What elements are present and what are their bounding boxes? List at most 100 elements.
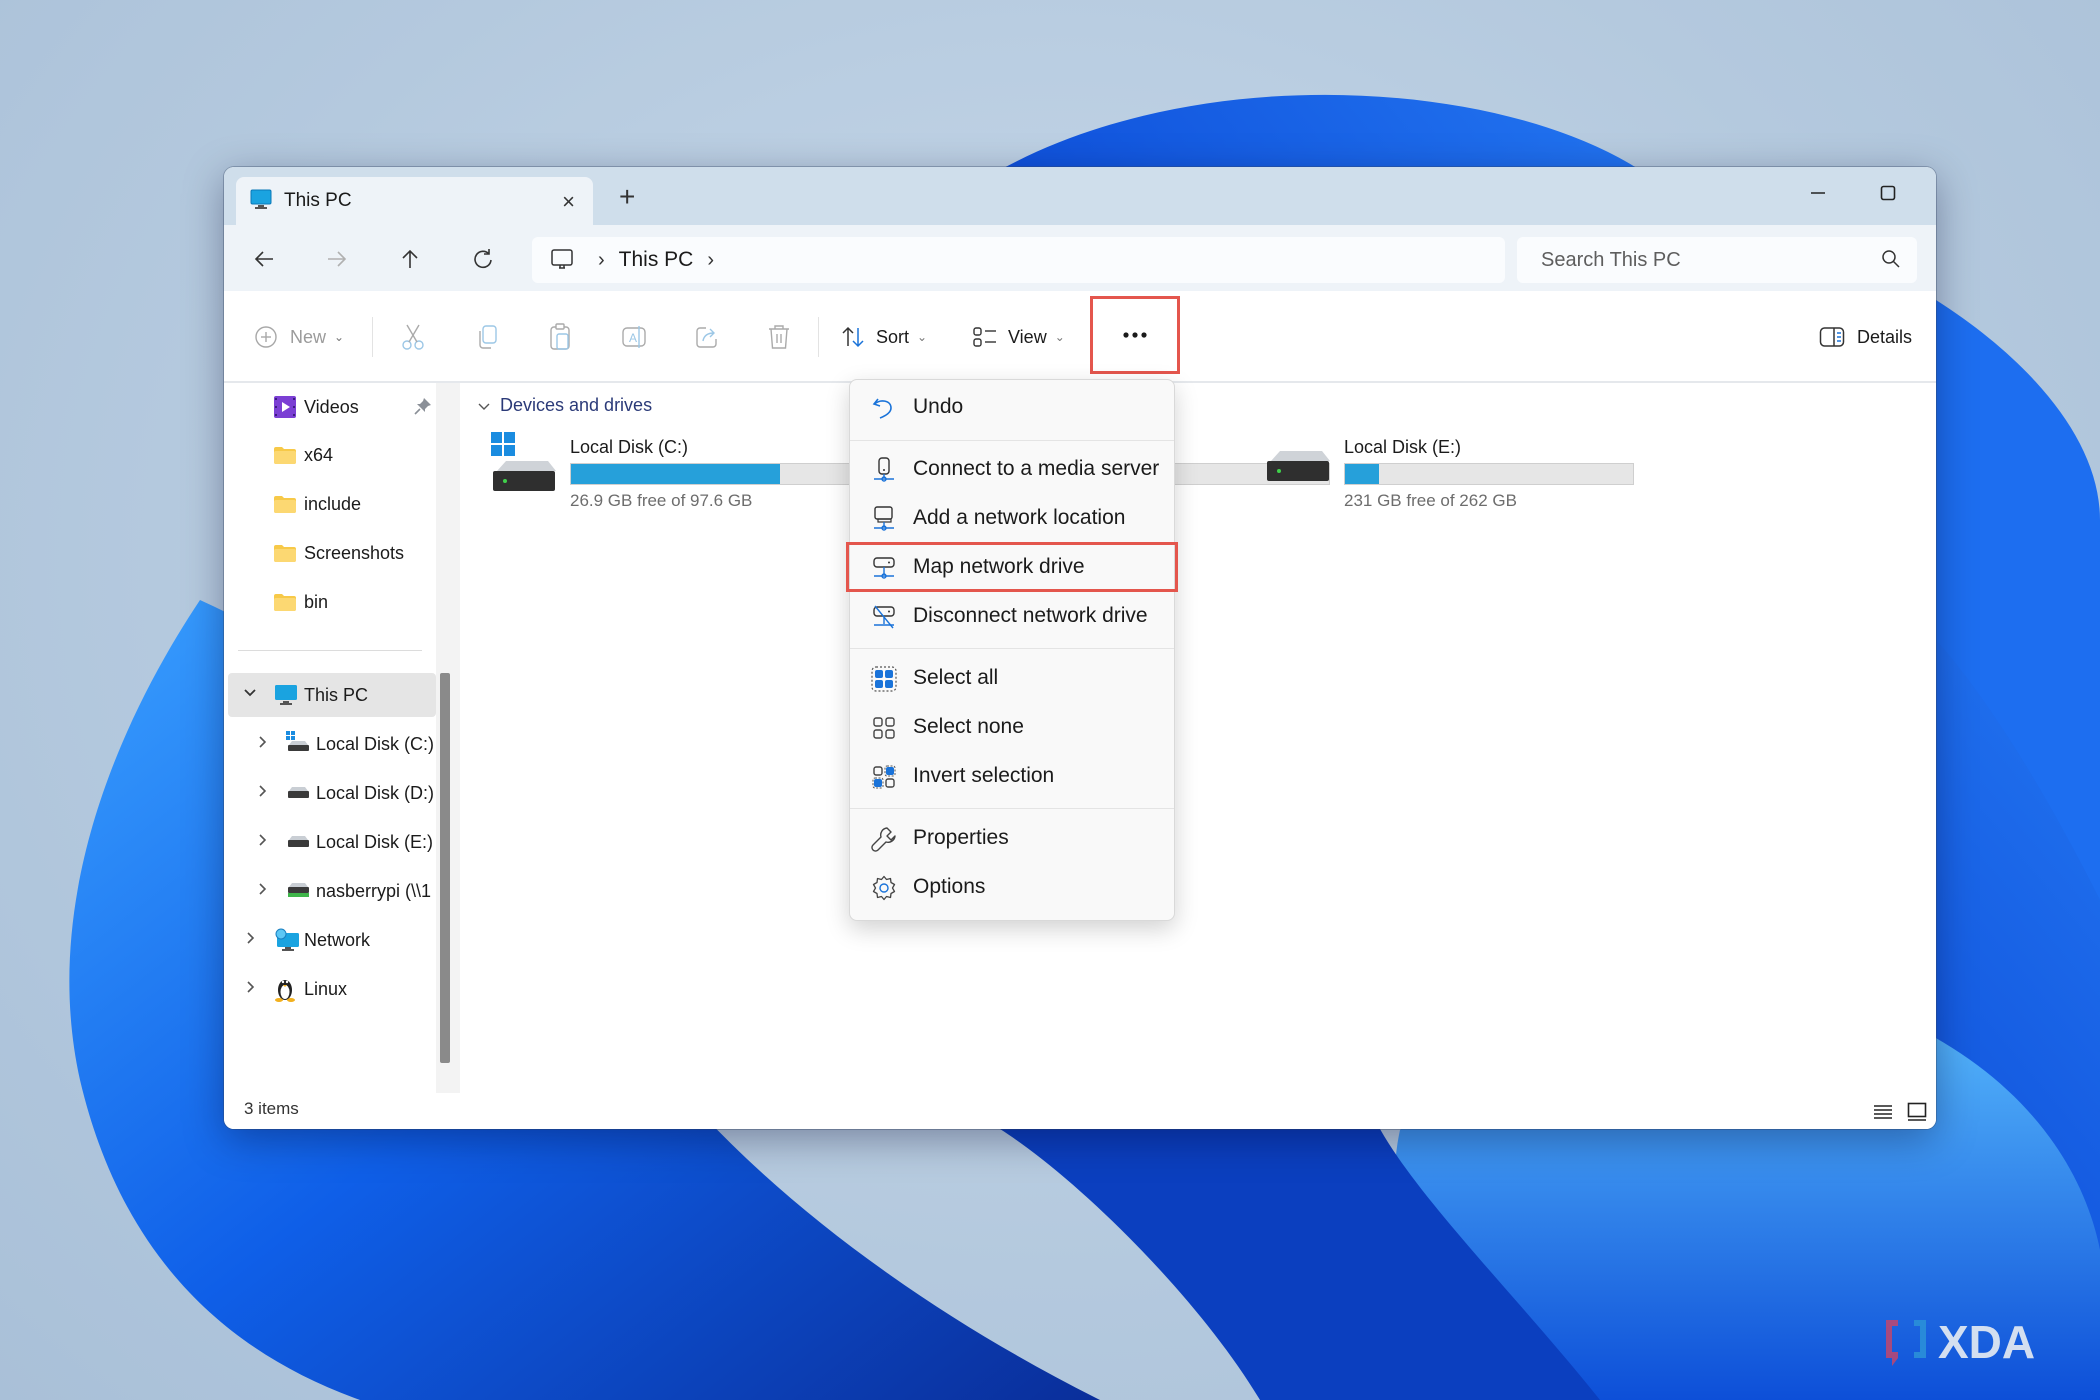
forward-button[interactable] (317, 239, 357, 279)
menu-item-disconnect-network-drive[interactable]: Disconnect network drive (856, 593, 1168, 639)
menu-item-add-network-location[interactable]: Add a network location (856, 495, 1168, 541)
new-tab-button[interactable]: + (619, 183, 635, 211)
menu-separator (850, 440, 1174, 441)
drive-item-e[interactable]: Local Disk (E:) 231 GB free of 262 GB (1264, 425, 1724, 510)
videos-icon (274, 396, 296, 423)
breadcrumb-chevron-icon[interactable]: › (707, 249, 714, 272)
search-input[interactable] (1539, 247, 1863, 273)
close-window-button[interactable] (1928, 173, 1936, 213)
tab-close-button[interactable]: × (562, 189, 575, 215)
back-button[interactable] (244, 239, 284, 279)
system-drive-icon (286, 731, 310, 758)
drive-usage-fill (1345, 464, 1379, 484)
maximize-button[interactable] (1858, 173, 1918, 213)
nav-item-linux[interactable]: Linux (228, 967, 436, 1011)
menu-item-label: Connect to a media server (913, 457, 1160, 480)
nav-item-label: Videos (304, 396, 359, 417)
view-label: View (1008, 326, 1047, 347)
nav-pane-divider (238, 650, 422, 651)
details-view-button[interactable] (1870, 1099, 1896, 1125)
properties-icon (870, 825, 898, 853)
paste-icon (550, 323, 570, 350)
sort-button[interactable]: Sort ⌄ (840, 317, 927, 357)
chevron-right-icon[interactable] (254, 734, 270, 755)
menu-item-label: Add a network location (913, 506, 1126, 529)
nav-item-bin[interactable]: bin (228, 580, 436, 624)
breadcrumb-this-pc[interactable]: This PC (619, 248, 694, 272)
search-box[interactable] (1517, 237, 1917, 283)
nav-item-label: Local Disk (E:) (316, 831, 434, 852)
nav-item-local-disk-e[interactable]: Local Disk (E:) (228, 820, 436, 864)
nav-item-local-disk-d[interactable]: Local Disk (D:) (228, 771, 436, 815)
chevron-right-icon[interactable] (242, 930, 258, 951)
view-button[interactable]: View ⌄ (972, 317, 1065, 357)
system-drive-icon (490, 431, 556, 502)
this-pc-icon (250, 188, 272, 215)
menu-item-select-none[interactable]: Select none (856, 704, 1168, 750)
new-button[interactable]: New ⌄ (254, 317, 344, 357)
group-header-devices-and-drives[interactable]: Devices and drives (476, 395, 652, 416)
drive-name: Local Disk (E:) (1344, 437, 1462, 457)
drive-icon (286, 784, 310, 805)
disconnect-network-drive-icon (870, 603, 898, 631)
menu-item-options[interactable]: Options (856, 864, 1168, 910)
address-bar[interactable]: › This PC › (532, 237, 1505, 283)
arrow-left-icon (254, 251, 273, 267)
nav-item-nasberrypi[interactable]: nasberrypi (\\1 (228, 869, 436, 913)
menu-item-properties[interactable]: Properties (856, 815, 1168, 861)
tiles-view-icon (1907, 1102, 1927, 1121)
rename-button[interactable]: A (620, 317, 648, 357)
refresh-icon (474, 249, 492, 269)
nav-item-this-pc[interactable]: This PC (228, 673, 436, 717)
nav-pane-scrollbar-thumb[interactable] (440, 673, 450, 1063)
pin-icon[interactable] (414, 397, 432, 420)
nav-item-videos[interactable]: Videos (228, 385, 436, 429)
chevron-down-icon[interactable] (242, 684, 258, 705)
nav-item-x64[interactable]: x64 (228, 433, 436, 477)
menu-item-map-network-drive[interactable]: Map network drive (846, 542, 1178, 592)
nav-item-label: Local Disk (C:) (316, 733, 435, 754)
chevron-right-icon[interactable] (254, 783, 270, 804)
minimize-button[interactable] (1788, 173, 1848, 213)
large-icons-view-button[interactable] (1904, 1099, 1930, 1125)
tab-this-pc[interactable]: This PC × (236, 177, 593, 225)
see-more-button[interactable] (1090, 296, 1180, 374)
nav-item-local-disk-c[interactable]: Local Disk (C:) (228, 722, 436, 766)
menu-separator (850, 808, 1174, 809)
menu-item-label: Invert selection (913, 764, 1055, 787)
menu-item-invert-selection[interactable]: Invert selection (856, 753, 1168, 799)
up-button[interactable] (390, 239, 430, 279)
refresh-button[interactable] (463, 239, 503, 279)
nav-item-label: bin (304, 591, 329, 612)
menu-item-select-all[interactable]: Select all (856, 655, 1168, 701)
rename-icon: A (622, 326, 646, 348)
share-icon (696, 327, 717, 348)
cut-button[interactable] (400, 317, 426, 357)
nav-item-label: Network (304, 929, 371, 950)
chevron-right-icon[interactable] (254, 881, 270, 902)
chevron-down-icon: ⌄ (1054, 330, 1065, 344)
map-network-drive-icon (870, 554, 898, 582)
copy-button[interactable] (474, 317, 500, 357)
maximize-icon (1880, 185, 1896, 201)
paste-button[interactable] (547, 317, 573, 357)
menu-item-undo[interactable]: Undo (856, 384, 1168, 430)
minimize-icon (1811, 192, 1825, 194)
folder-icon (274, 446, 296, 469)
nav-item-screenshots[interactable]: Screenshots (228, 531, 436, 575)
menu-item-connect-media-server[interactable]: Connect to a media server (856, 446, 1168, 492)
chevron-right-icon[interactable] (242, 979, 258, 1000)
select-none-icon (870, 714, 898, 742)
media-server-icon (870, 456, 898, 484)
nav-item-network[interactable]: Network (228, 918, 436, 962)
drive-name: Local Disk (C:) (570, 437, 689, 457)
folder-icon (274, 544, 296, 567)
chevron-right-icon[interactable] (254, 832, 270, 853)
share-button[interactable] (693, 317, 721, 357)
nav-item-include[interactable]: include (228, 482, 436, 526)
search-icon[interactable] (1881, 249, 1901, 274)
delete-button[interactable] (766, 317, 792, 357)
xda-watermark: XDA (1880, 1310, 2080, 1370)
details-pane-button[interactable]: Details (1819, 317, 1912, 357)
breadcrumb-chevron-icon[interactable]: › (598, 249, 605, 272)
